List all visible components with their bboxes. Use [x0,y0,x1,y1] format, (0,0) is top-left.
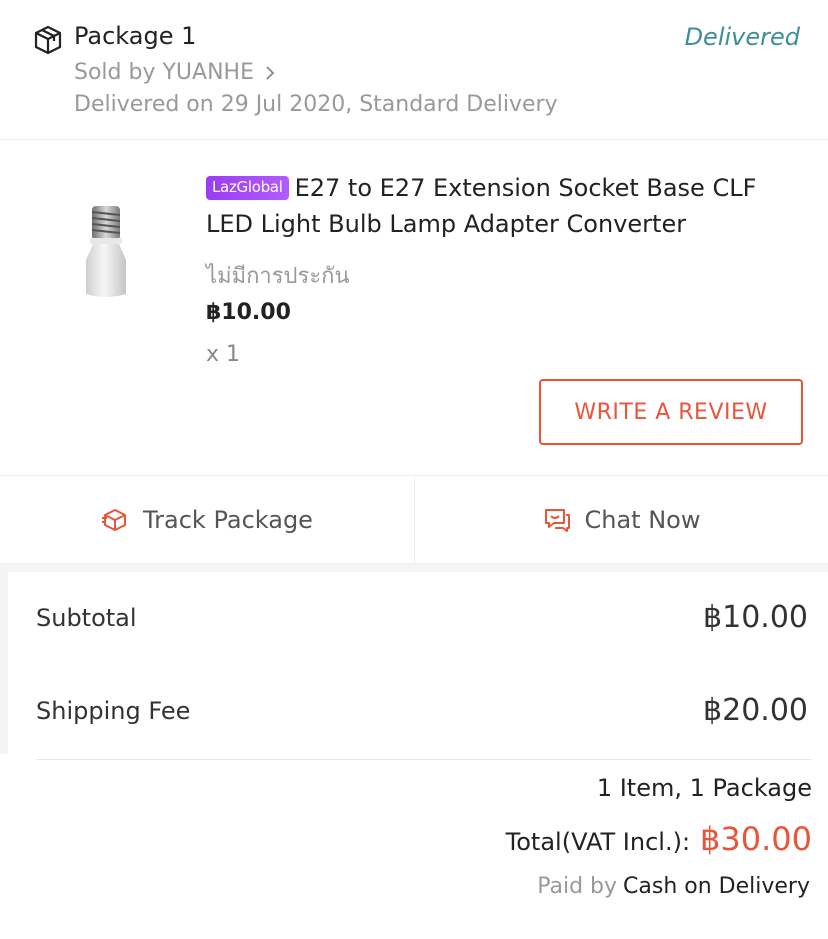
package-actions: Track Package Chat Now [0,476,828,564]
chat-now-label: Chat Now [584,506,701,534]
chat-icon [544,509,570,532]
product-warranty: ไม่มีการประกัน [206,264,350,289]
product-item: LazGlobal E27 to E27 Extension Socket Bas… [0,140,828,476]
product-price: ฿10.00 [206,300,291,325]
product-quantity: x 1 [206,342,241,367]
subtotal-value: ฿10.00 [703,600,808,635]
total-row: Total(VAT Incl.): ฿30.00 [506,820,812,858]
subtotal-row: Subtotal ฿10.00 [36,600,808,635]
items-count: 1 Item, 1 Package [596,774,812,802]
payment-method: Cash on Delivery [623,874,810,899]
total-label: Total(VAT Incl.): [505,828,691,856]
section-divider [0,564,828,572]
summary-divider [36,759,812,760]
payment-info: Paid by Cash on Delivery [537,874,810,899]
subtotal-label: Subtotal [36,603,137,632]
delivery-status: Delivered [684,23,800,51]
shipping-label: Shipping Fee [36,696,191,725]
delivery-info: Delivered on 29 Jul 2020, Standard Deliv… [74,92,558,117]
shipping-row: Shipping Fee ฿20.00 [36,693,808,728]
summary-edge [0,572,8,754]
seller-name: Sold by YUANHE [74,60,254,85]
product-title[interactable]: LazGlobal E27 to E27 Extension Socket Bas… [206,170,806,242]
package-header: Package 1 Delivered Sold by YUANHE Deliv… [0,0,828,140]
paid-by-label: Paid by [537,874,618,899]
track-package-label: Track Package [143,506,313,534]
track-package-icon [102,509,127,531]
product-image[interactable] [74,202,138,302]
order-summary: Subtotal ฿10.00 Shipping Fee ฿20.00 1 It… [0,572,828,935]
package-title: Package 1 [74,22,197,50]
chevron-right-icon [266,65,275,80]
lazglobal-badge: LazGlobal [206,176,289,200]
total-value: ฿30.00 [700,820,812,858]
chat-now-button[interactable]: Chat Now [414,476,828,564]
package-box-icon [34,25,62,55]
seller-link[interactable]: Sold by YUANHE [74,60,278,85]
write-review-button[interactable]: WRITE A REVIEW [539,379,803,445]
track-package-button[interactable]: Track Package [0,476,414,564]
shipping-value: ฿20.00 [703,693,808,728]
